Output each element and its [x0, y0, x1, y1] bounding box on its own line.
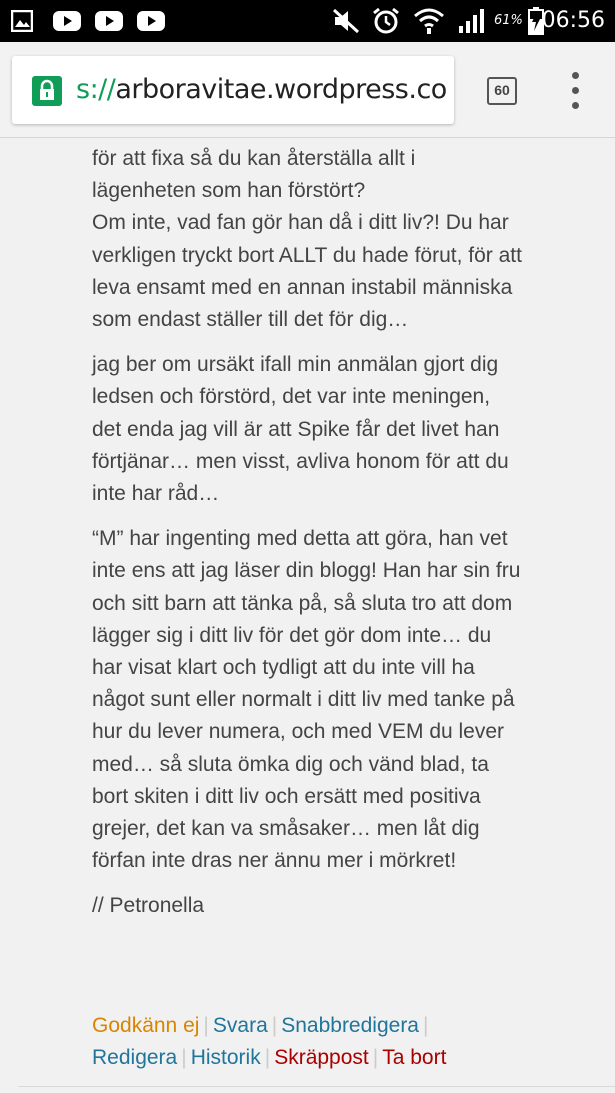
comment-paragraph: jag ber om ursäkt ifall min anmälan gjor…	[92, 353, 509, 506]
comment-actions: Godkänn ej | Svara | Snabbredigera | Redigera…	[92, 1010, 522, 1074]
separator: |	[264, 1046, 271, 1069]
clock: 06:56	[541, 8, 605, 33]
spam-link[interactable]: Skräppost	[274, 1046, 369, 1069]
url-text[interactable]: s://arboravitae.wordpress.com/w	[76, 56, 448, 124]
page-content: för att fixa så du kan återställa allt i…	[0, 138, 615, 1093]
youtube-icon	[52, 0, 82, 42]
lock-icon	[32, 76, 62, 106]
comment-paragraph: “M” har ingenting med detta att göra, ha…	[92, 527, 521, 873]
separator: |	[181, 1046, 187, 1069]
divider	[18, 1086, 615, 1087]
reply-link[interactable]: Svara	[213, 1014, 268, 1037]
tab-switcher-button[interactable]: 60	[487, 77, 517, 105]
alarm-icon	[370, 0, 402, 42]
unapprove-link[interactable]: Godkänn ej	[92, 1014, 199, 1037]
edit-link[interactable]: Redigera	[92, 1046, 177, 1069]
url-host: arboravitae.wordpress.com/w	[115, 74, 448, 105]
gallery-icon	[10, 0, 34, 42]
youtube-icon	[136, 0, 166, 42]
comment-body: för att fixa så du kan återställa allt i…	[92, 138, 522, 936]
trash-link[interactable]: Ta bort	[382, 1046, 446, 1069]
comment-signature: // Petronella	[92, 894, 205, 918]
url-scheme: s://	[76, 74, 116, 105]
signal-icon	[456, 0, 488, 42]
separator: |	[271, 1014, 278, 1037]
comment-paragraph: för att fixa så du kan återställa allt i…	[92, 147, 522, 332]
history-link[interactable]: Historik	[191, 1046, 261, 1069]
separator: |	[372, 1046, 379, 1069]
browser-toolbar: s://arboravitae.wordpress.com/w 60	[0, 42, 615, 138]
quick-edit-link[interactable]: Snabbredigera	[281, 1014, 419, 1037]
separator: |	[423, 1014, 429, 1037]
youtube-icon	[94, 0, 124, 42]
wifi-icon	[412, 0, 446, 42]
mute-icon	[330, 0, 362, 42]
status-bar: 61% 06:56	[0, 0, 615, 42]
overflow-menu-button[interactable]	[566, 72, 586, 112]
separator: |	[203, 1014, 209, 1037]
battery-percent: 61%	[494, 13, 523, 28]
address-bar[interactable]: s://arboravitae.wordpress.com/w	[12, 56, 454, 124]
